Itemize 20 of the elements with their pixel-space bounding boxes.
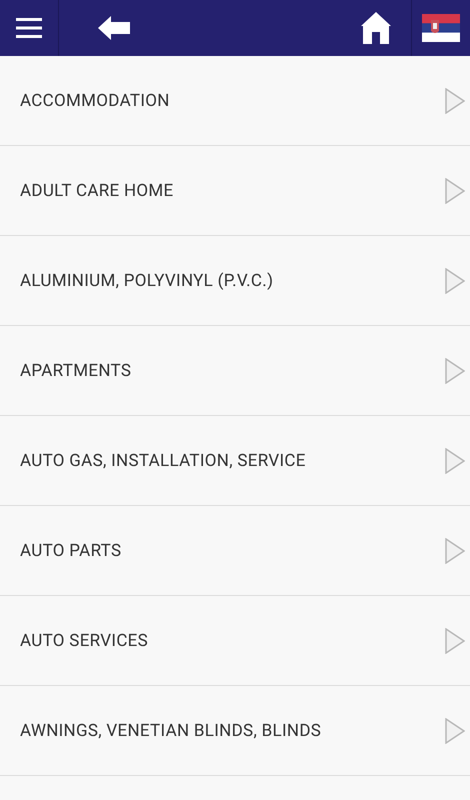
chevron-icon [445, 448, 465, 474]
category-label: AUTO SERVICES [20, 630, 150, 650]
chevron-icon [445, 178, 465, 204]
flag-icon [422, 14, 460, 42]
category-label: APARTMENTS [20, 360, 132, 380]
chevron-icon [445, 268, 465, 294]
back-arrow-icon [98, 16, 130, 40]
menu-icon [16, 17, 42, 39]
chevron-icon [445, 538, 465, 564]
chevron-icon [445, 718, 465, 744]
category-label: ALUMINIUM, POLYVINYL (P.V.C.) [20, 270, 274, 290]
chevron-icon [445, 358, 465, 384]
category-label: AUTO GAS, INSTALLATION, SERVICE [20, 450, 307, 470]
category-label: ACCOMMODATION [20, 90, 171, 110]
home-icon [361, 12, 391, 44]
chevron-icon [445, 628, 465, 654]
category-label: AWNINGS, VENETIAN BLINDS, BLINDS [20, 720, 322, 740]
chevron-icon [445, 88, 465, 114]
category-label: AUTO PARTS [20, 540, 122, 560]
category-label: ADULT CARE HOME [20, 180, 175, 200]
